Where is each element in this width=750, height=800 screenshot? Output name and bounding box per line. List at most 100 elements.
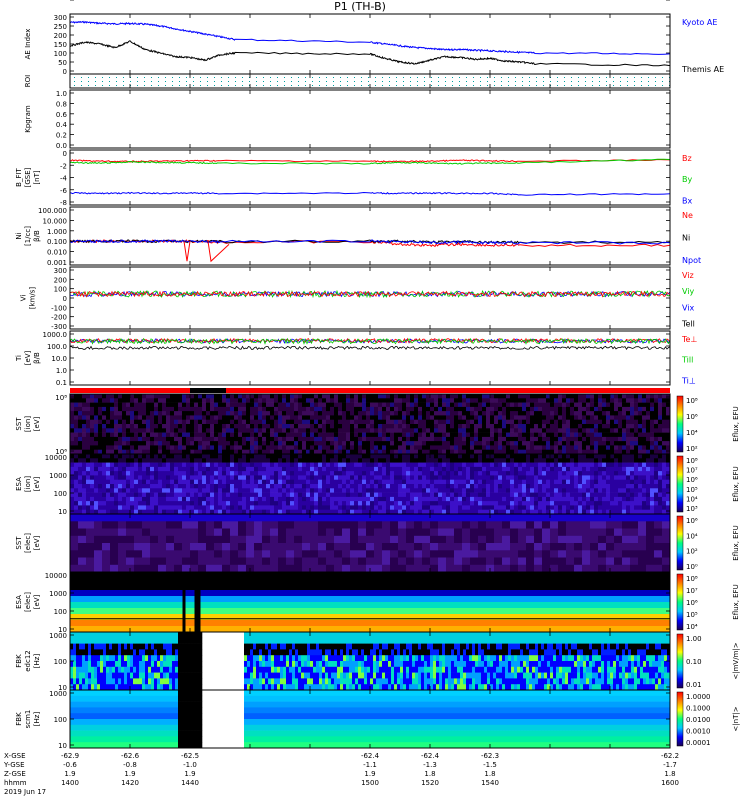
heatmap-cell: [534, 424, 539, 429]
heatmap-cell: [270, 394, 275, 399]
heatmap-cell: [594, 484, 599, 489]
heatmap-cell: [290, 419, 295, 425]
heatmap-cell: [318, 505, 323, 510]
heatmap-cell: [390, 394, 395, 399]
heatmap-cell: [566, 445, 571, 450]
heatmap-cell: [378, 479, 383, 485]
heatmap-cell: [202, 454, 207, 459]
series-line: [69, 191, 671, 196]
roi-dot: [480, 85, 481, 86]
heatmap-cell: [366, 471, 371, 476]
heatmap-cell: [358, 488, 363, 493]
heatmap-cell: [334, 458, 339, 463]
heatmap-cell: [114, 415, 119, 420]
heatmap-cell: [150, 550, 159, 558]
heatmap-cell: [278, 484, 283, 489]
heatmap-cell: [254, 488, 259, 493]
heatmap-cell: [90, 479, 95, 485]
heatmap-cell: [282, 475, 287, 480]
heatmap-cell: [78, 475, 83, 480]
heatmap-cell: [406, 454, 411, 459]
heatmap-cell: [218, 484, 223, 489]
heatmap-cell: [574, 406, 579, 412]
roi-dot: [298, 85, 299, 86]
heatmap-cell: [178, 411, 183, 416]
heatmap-cell: [78, 462, 83, 468]
heatmap-cell: [282, 441, 287, 446]
heatmap-cell: [190, 432, 195, 438]
heatmap-cell: [146, 479, 151, 485]
heatmap-cell: [554, 454, 559, 459]
roi-dot: [641, 81, 642, 82]
heatmap-cell: [462, 432, 467, 438]
heatmap-cell: [266, 428, 271, 433]
heatmap-cell: [366, 398, 371, 403]
heatmap-cell: [454, 475, 459, 480]
roi-dot: [165, 85, 166, 86]
roi-dot: [144, 81, 145, 82]
heatmap-cell: [194, 496, 199, 502]
heatmap-cell: [70, 394, 75, 399]
heatmap-cell: [658, 398, 663, 403]
heatmap-cell: [158, 501, 163, 506]
heatmap-cell: [150, 441, 155, 446]
heatmap-cell: [578, 488, 583, 493]
heatmap-cell: [566, 501, 571, 506]
roi-dot: [634, 81, 635, 82]
heatmap-cell: [318, 488, 323, 493]
heatmap-cell: [538, 411, 543, 416]
heatmap-cell: [134, 557, 143, 565]
heatmap-cell: [406, 424, 411, 429]
heatmap-cell: [270, 458, 275, 463]
heatmap-cell: [406, 484, 411, 489]
heatmap-cell: [110, 501, 115, 506]
heatmap-cell: [122, 436, 127, 442]
heatmap-cell: [546, 488, 551, 493]
heatmap-cell: [410, 501, 415, 506]
heatmap-cell: [282, 462, 287, 468]
heatmap-cell: [438, 394, 443, 399]
heatmap-cell: [622, 492, 627, 498]
heatmap-cell: [134, 466, 139, 472]
heatmap-cell: [642, 471, 647, 476]
heatmap-cell: [246, 466, 251, 472]
heatmap-cell: [538, 484, 543, 489]
heatmap-cell: [470, 458, 475, 463]
heatmap-cell: [198, 436, 203, 442]
roi-dot: [438, 77, 439, 78]
heatmap-cell: [126, 445, 131, 450]
heatmap-cell: [130, 475, 135, 480]
heatmap-cell: [454, 424, 459, 429]
heatmap-cell: [550, 402, 555, 408]
roi-dot: [662, 81, 663, 82]
heatmap-cell: [330, 436, 335, 442]
heatmap-cell: [214, 398, 219, 403]
heatmap-cell: [102, 492, 107, 498]
heatmap-cell: [230, 475, 235, 480]
heatmap-cell: [530, 475, 535, 480]
heatmap-cell: [426, 406, 431, 412]
heatmap-cell: [438, 492, 443, 498]
heatmap-cell: [506, 436, 511, 442]
heatmap-cell: [418, 428, 423, 433]
heatmap-cell: [118, 475, 123, 480]
heatmap-cell: [190, 415, 195, 420]
heatmap-cell: [266, 402, 271, 408]
heatmap-cell: [654, 432, 659, 438]
roi-dot: [242, 81, 243, 82]
heatmap-cell: [74, 419, 79, 425]
roi-dot: [151, 77, 152, 78]
heatmap-cell: [434, 496, 439, 502]
heatmap-cell: [266, 419, 271, 425]
heatmap-cell: [258, 402, 263, 408]
heatmap-cell: [410, 458, 415, 463]
heatmap-cell: [222, 492, 227, 498]
heatmap-cell: [330, 432, 335, 438]
heatmap-cell: [94, 419, 99, 425]
heatmap-cell: [622, 496, 627, 502]
heatmap-cell: [618, 466, 623, 472]
heatmap-cell: [206, 411, 211, 416]
roi-dot: [641, 85, 642, 86]
heatmap-cell: [314, 484, 319, 489]
heatmap-cell: [286, 505, 291, 510]
